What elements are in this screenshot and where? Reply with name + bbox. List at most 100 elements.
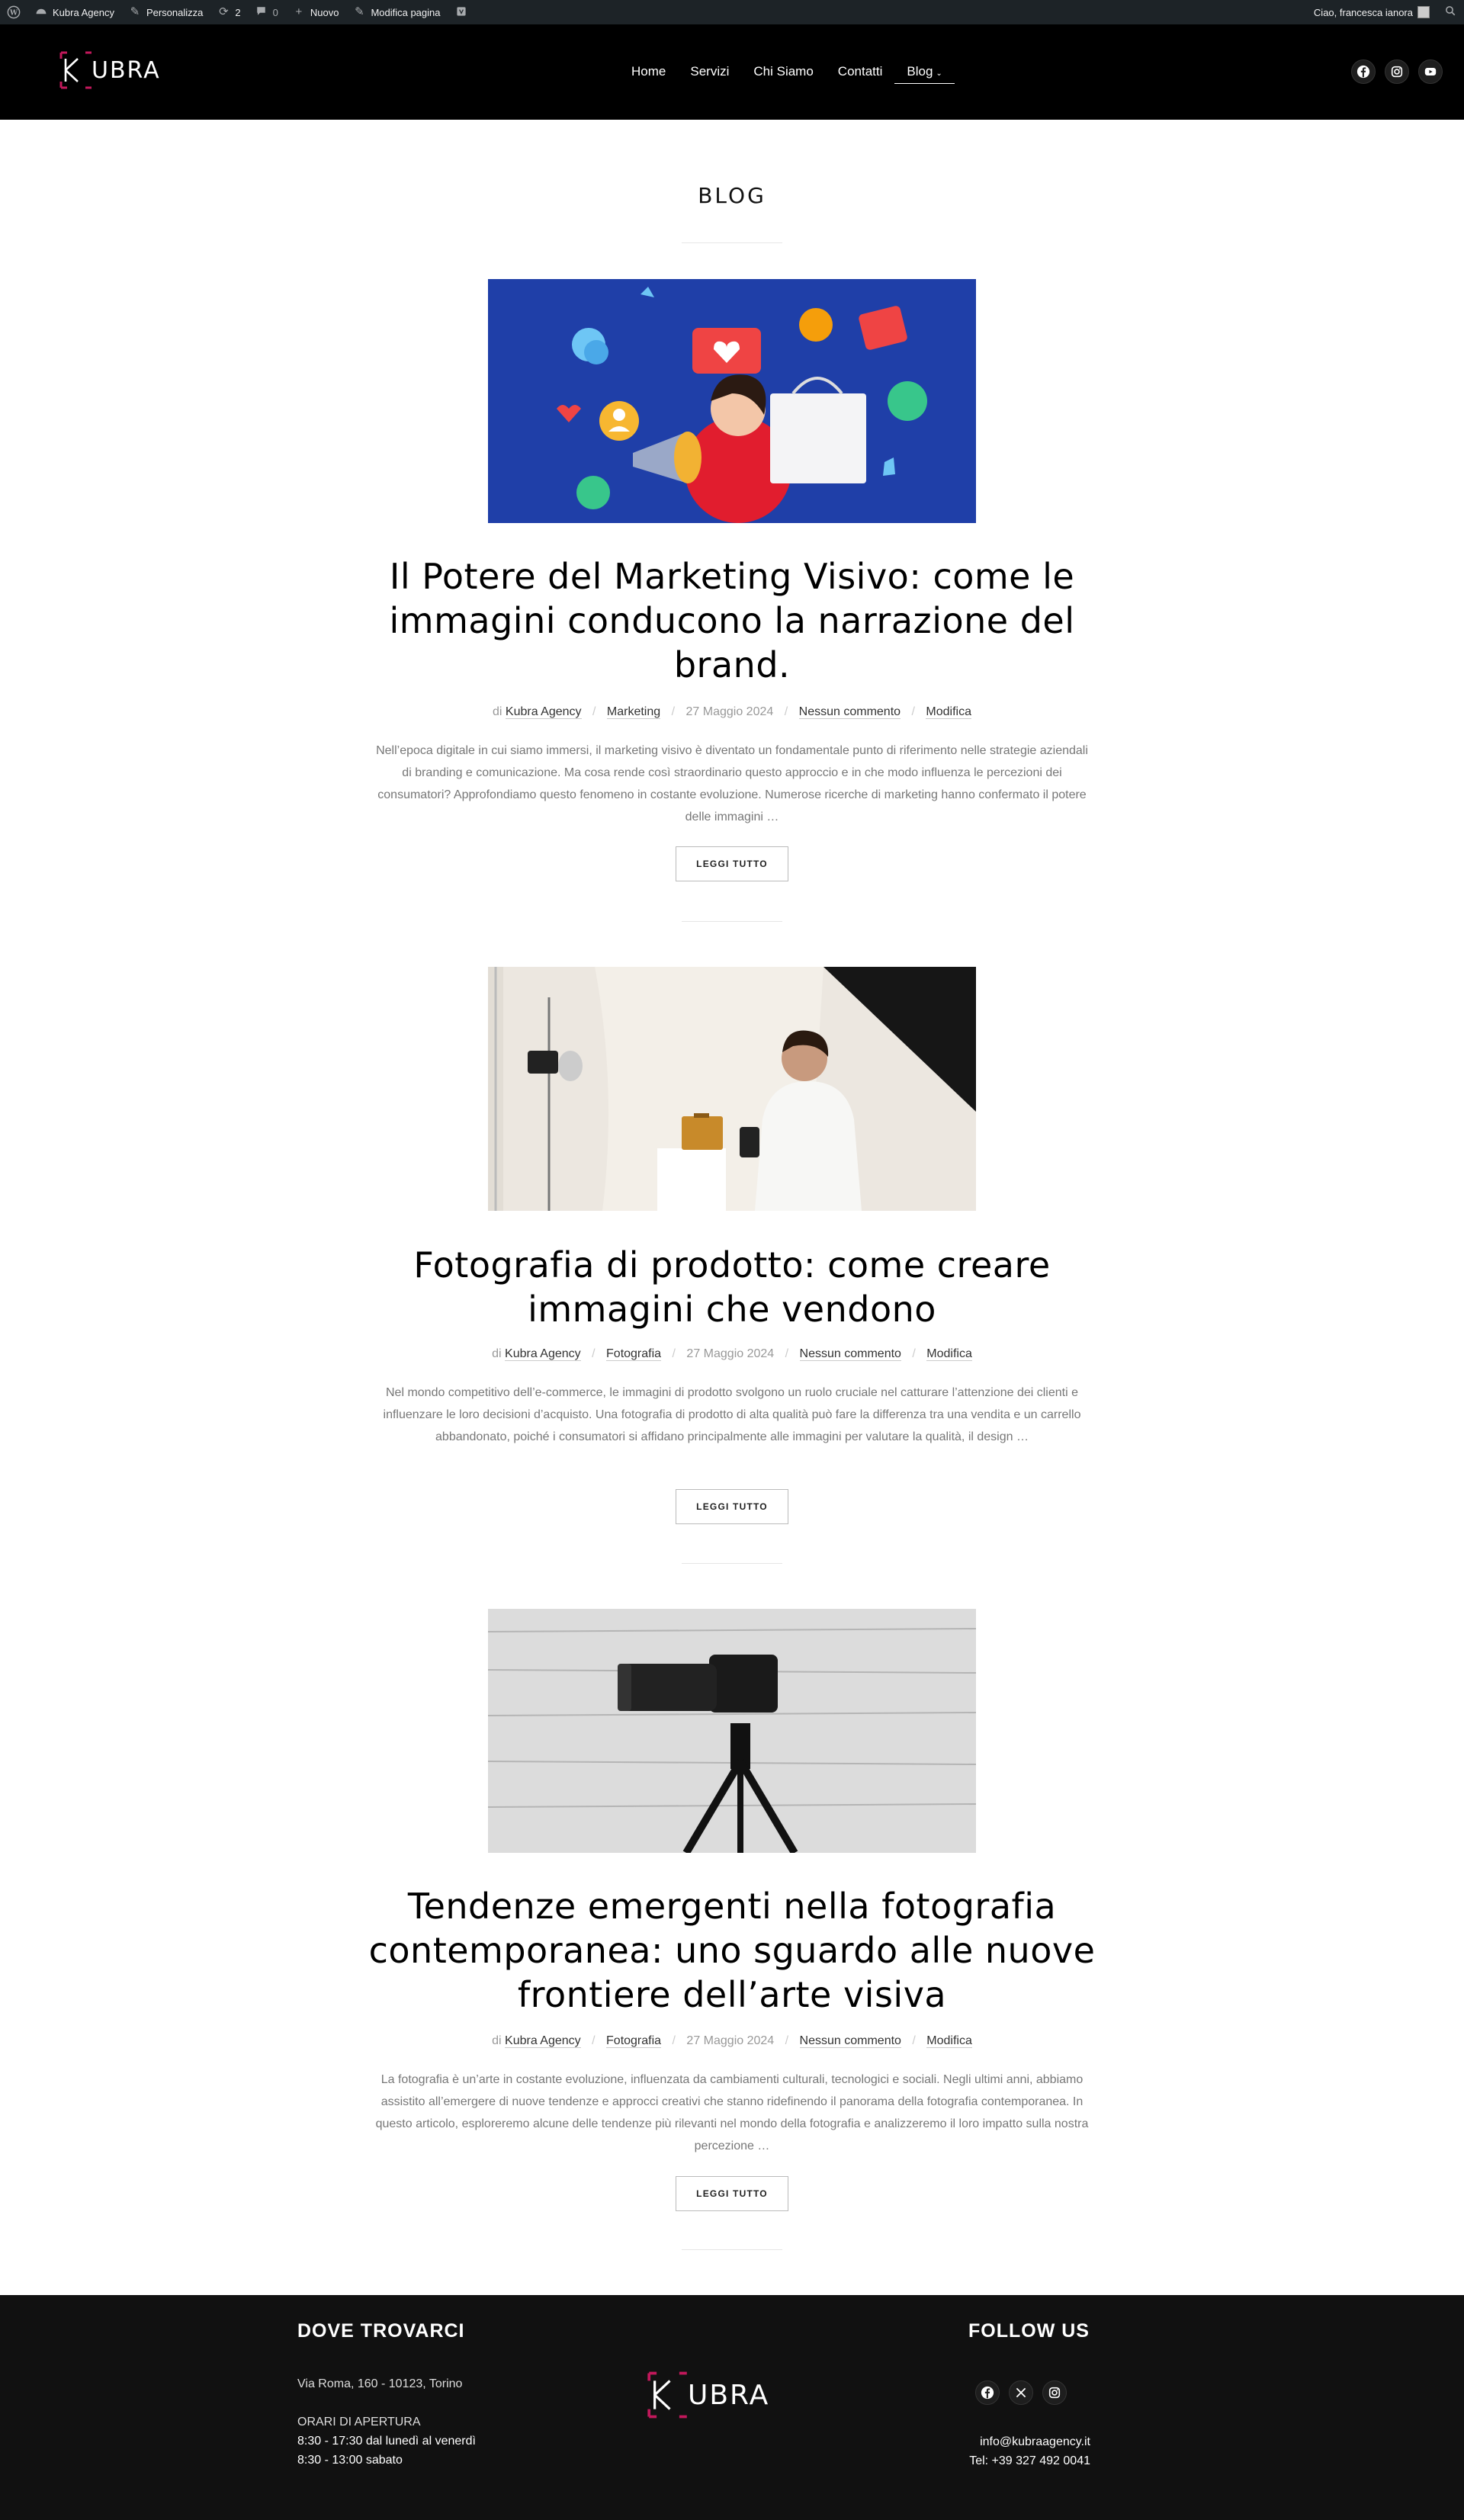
facebook-icon[interactable] (975, 2380, 1000, 2405)
wordpress-menu[interactable]: W (0, 0, 27, 24)
plugin-link[interactable] (448, 0, 475, 24)
edit-page-label: Modifica pagina (371, 6, 441, 18)
nav-blog-label: Blog (907, 64, 933, 79)
footer-hours-title: ORARI DI APERTURA (297, 2416, 421, 2429)
post-2-comments[interactable]: Nessun commento (799, 1347, 901, 1361)
footer-email[interactable]: info@kubraagency.it (964, 2432, 1090, 2452)
post-2-read-more-button[interactable]: LEGGI TUTTO (676, 1489, 788, 1524)
post-3-author[interactable]: Kubra Agency (505, 2034, 581, 2048)
divider (682, 2249, 782, 2250)
instagram-icon[interactable] (1042, 2380, 1067, 2405)
brush-icon: ✎ (130, 5, 140, 18)
x-icon[interactable] (1009, 2380, 1033, 2405)
pencil-icon: ✎ (355, 5, 364, 18)
footer-hours-weekday: 8:30 - 17:30 dal lunedì al venerdì (297, 2435, 476, 2448)
post-1-read-more-button[interactable]: LEGGI TUTTO (676, 846, 788, 881)
logo-bracket-icon (647, 2371, 687, 2419)
site-name-menu[interactable]: Kubra Agency (27, 0, 121, 24)
post-2-meta: di Kubra Agency / Fotografia / 27 Maggio… (0, 1347, 1464, 1361)
comments-link[interactable]: 0 (248, 0, 285, 24)
footer-logo-text: UBRA (688, 2379, 770, 2411)
post-1-author[interactable]: Kubra Agency (505, 705, 582, 719)
site-name-label: Kubra Agency (53, 6, 114, 18)
nav-blog[interactable]: Blog ⌄ (894, 63, 955, 84)
post-2-edit[interactable]: Modifica (926, 1347, 972, 1361)
post-1-date: 27 Maggio 2024 (685, 705, 774, 718)
admin-bar: W Kubra Agency ✎ Personalizza ⟳ 2 0 + Nu… (0, 0, 1464, 24)
meta-separator: / (912, 1347, 916, 1360)
post-2-title[interactable]: Fotografia di prodotto: come creare imma… (351, 1243, 1113, 1331)
plus-icon: + (295, 5, 303, 18)
wordpress-logo-icon: W (7, 5, 21, 19)
logo-bracket-icon (59, 51, 92, 89)
post-3-category[interactable]: Fotografia (606, 2034, 662, 2048)
site-logo[interactable]: UBRA (59, 51, 161, 89)
footer-hours-saturday: 8:30 - 13:00 sabato (297, 2454, 403, 2467)
post-1-excerpt: Nell’epoca digitale in cui siamo immersi… (376, 744, 1088, 823)
site-footer: DOVE TROVARCI Via Roma, 160 - 10123, Tor… (0, 2295, 1464, 2520)
post-2-date: 27 Maggio 2024 (686, 1347, 775, 1360)
avatar (1417, 6, 1430, 18)
post-2-excerpt: Nel mondo competitivo dell’e-commerce, l… (383, 1386, 1081, 1443)
post-2-author[interactable]: Kubra Agency (505, 1347, 581, 1361)
post-3-read-more-button[interactable]: LEGGI TUTTO (676, 2176, 788, 2211)
meta-separator: / (592, 2034, 596, 2047)
divider (682, 1563, 782, 1564)
greeting-label: Ciao, francesca ianora (1313, 6, 1413, 18)
customize-label: Personalizza (146, 6, 204, 18)
nav-chi-siamo[interactable]: Chi Siamo (741, 63, 825, 84)
plugin-icon (454, 5, 468, 19)
updates-link[interactable]: ⟳ 2 (210, 0, 247, 24)
meta-separator: / (592, 1347, 596, 1360)
footer-logo[interactable]: UBRA (647, 2371, 769, 2419)
nav-home[interactable]: Home (619, 63, 678, 84)
post-2-image[interactable] (488, 967, 976, 1211)
meta-separator: / (672, 1347, 676, 1360)
new-content-link[interactable]: + Nuovo (285, 0, 346, 24)
footer-address: Via Roma, 160 - 10123, Torino (297, 2377, 463, 2390)
post-1-comments[interactable]: Nessun commento (798, 705, 901, 719)
post-3-edit[interactable]: Modifica (926, 2034, 972, 2048)
post-3-comments[interactable]: Nessun commento (799, 2034, 901, 2048)
updates-icon: ⟳ (219, 5, 229, 18)
svg-text:W: W (9, 10, 18, 18)
post-1-category[interactable]: Marketing (606, 705, 661, 719)
meta-separator: / (784, 705, 788, 718)
search-icon (1443, 5, 1457, 19)
meta-separator: / (672, 2034, 676, 2047)
dashboard-icon (34, 5, 48, 19)
edit-page-link[interactable]: ✎ Modifica pagina (345, 0, 447, 24)
nav-servizi[interactable]: Servizi (678, 63, 741, 84)
facebook-icon[interactable] (1351, 59, 1376, 84)
post-2-category[interactable]: Fotografia (606, 1347, 662, 1361)
post-1-title[interactable]: Il Potere del Marketing Visivo: come le … (351, 554, 1113, 687)
footer-phone[interactable]: Tel: +39 327 492 0041 (938, 2451, 1090, 2471)
youtube-icon[interactable] (1418, 59, 1443, 84)
post-3-title[interactable]: Tendenze emergenti nella fotografia cont… (351, 1884, 1113, 2017)
comment-bubble-icon (255, 5, 268, 19)
account-menu[interactable]: Ciao, francesca ianora (1307, 0, 1437, 24)
meta-separator: / (592, 705, 596, 718)
post-1-by: di (493, 705, 502, 718)
admin-search[interactable] (1437, 0, 1464, 24)
post-3-date: 27 Maggio 2024 (686, 2034, 775, 2047)
new-label: Nuovo (310, 6, 339, 18)
header-socials (1351, 59, 1443, 84)
footer-location-heading: DOVE TROVARCI (297, 2320, 465, 2342)
camera-tripod-illustration (488, 1609, 976, 1853)
page-title: BLOG (698, 183, 766, 208)
product-photography-illustration (488, 967, 976, 1211)
post-1-image[interactable] (488, 279, 976, 523)
post-3-meta: di Kubra Agency / Fotografia / 27 Maggio… (0, 2034, 1464, 2048)
updates-count: 2 (235, 6, 241, 18)
chevron-down-icon: ⌄ (936, 69, 942, 78)
post-3-image[interactable] (488, 1609, 976, 1853)
post-1-edit[interactable]: Modifica (926, 705, 971, 719)
post-1-meta: di Kubra Agency / Marketing / 27 Maggio … (0, 705, 1464, 719)
footer-socials (975, 2380, 1067, 2405)
site-header: UBRA Home Servizi Chi Siamo Contatti Blo… (0, 24, 1464, 120)
meta-separator: / (785, 2034, 789, 2047)
instagram-icon[interactable] (1385, 59, 1409, 84)
nav-contatti[interactable]: Contatti (826, 63, 895, 84)
customize-link[interactable]: ✎ Personalizza (121, 0, 210, 24)
